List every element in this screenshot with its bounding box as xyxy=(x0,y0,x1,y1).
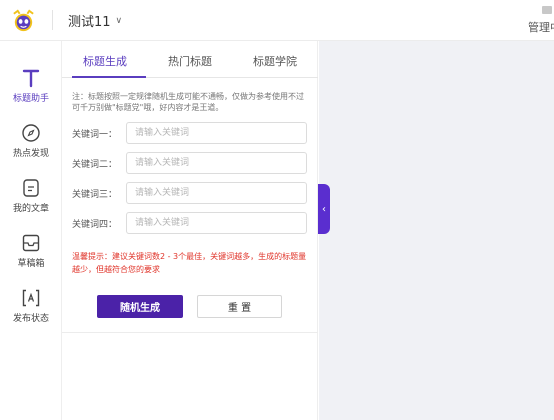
collapse-panel-button[interactable]: ‹ xyxy=(318,184,330,234)
keyword-label: 关键词四： xyxy=(72,220,118,230)
compass-icon xyxy=(22,124,40,142)
tab-bar: 标题生成 热门标题 标题学院 xyxy=(62,41,318,78)
sidebar-item-label: 发布状态 xyxy=(12,314,49,324)
keyword-label: 关键词一： xyxy=(72,130,118,140)
keyword-input-4[interactable] xyxy=(126,212,307,234)
sidebar-item-publish-status[interactable]: 发布状态 xyxy=(0,288,62,324)
sidebar-item-drafts[interactable]: 草稿箱 xyxy=(0,233,62,269)
title-T-icon xyxy=(22,69,40,88)
sidebar-item-label: 我的文章 xyxy=(12,204,49,214)
panel-divider xyxy=(62,332,318,333)
sidebar-item-label: 草稿箱 xyxy=(17,259,45,269)
project-selector[interactable]: 测试11 ∨ xyxy=(68,11,122,30)
keyword-input-1[interactable] xyxy=(126,122,307,144)
results-area xyxy=(319,41,554,420)
sidebar-item-hot-discovery[interactable]: 热点发现 xyxy=(0,123,62,159)
header-divider xyxy=(52,10,53,30)
tab-hot-titles[interactable]: 热门标题 xyxy=(168,53,212,69)
sidebar: 标题助手 热点发现 我的文章 草稿箱 发布状态 xyxy=(0,41,62,420)
keyword-input-3[interactable] xyxy=(126,182,307,204)
keyword-label: 关键词二： xyxy=(72,160,118,170)
random-generate-button[interactable]: 随机生成 xyxy=(97,295,183,318)
tab-title-academy[interactable]: 标题学院 xyxy=(253,53,297,69)
keyword-row-1: 关键词一： xyxy=(72,122,308,144)
sidebar-item-title-assistant[interactable]: 标题助手 xyxy=(0,68,62,104)
keyword-tip: 温馨提示：建议关键词数2 - 3个最佳，关键词越多，生成的标题量越少，但越符合您… xyxy=(72,252,307,274)
chevron-left-icon: ‹ xyxy=(322,203,326,215)
tab-title-generation[interactable]: 标题生成 xyxy=(83,53,127,69)
folder-icon xyxy=(542,6,552,14)
title-generator-panel: 标题生成 热门标题 标题学院 注：标题按照一定规律随机生成可能不通畅，仅做为参考… xyxy=(62,41,318,420)
inbox-icon xyxy=(22,234,40,252)
sidebar-item-label: 标题助手 xyxy=(12,94,49,104)
keyword-row-3: 关键词三： xyxy=(72,182,308,204)
publish-frame-icon xyxy=(22,289,40,307)
document-icon xyxy=(23,179,39,197)
active-tab-indicator xyxy=(72,76,146,78)
sidebar-item-my-articles[interactable]: 我的文章 xyxy=(0,178,62,214)
sidebar-item-label: 热点发现 xyxy=(12,149,49,159)
keyword-row-4: 关键词四： xyxy=(72,212,308,234)
keyword-row-2: 关键词二： xyxy=(72,152,308,174)
keyword-input-2[interactable] xyxy=(126,152,307,174)
manage-label: 管理中 xyxy=(528,21,554,34)
project-name: 测试11 xyxy=(68,15,111,30)
reset-button[interactable]: 重 置 xyxy=(197,295,282,318)
alien-mascot-icon[interactable] xyxy=(10,7,37,34)
chevron-down-icon: ∨ xyxy=(115,15,123,26)
keyword-label: 关键词三： xyxy=(72,190,118,200)
usage-note: 注：标题按照一定规律随机生成可能不通畅，仅做为参考使用不过可千万别做"标题党"哦… xyxy=(72,92,304,112)
top-bar: 测试11 ∨ 管理中 xyxy=(0,0,554,41)
